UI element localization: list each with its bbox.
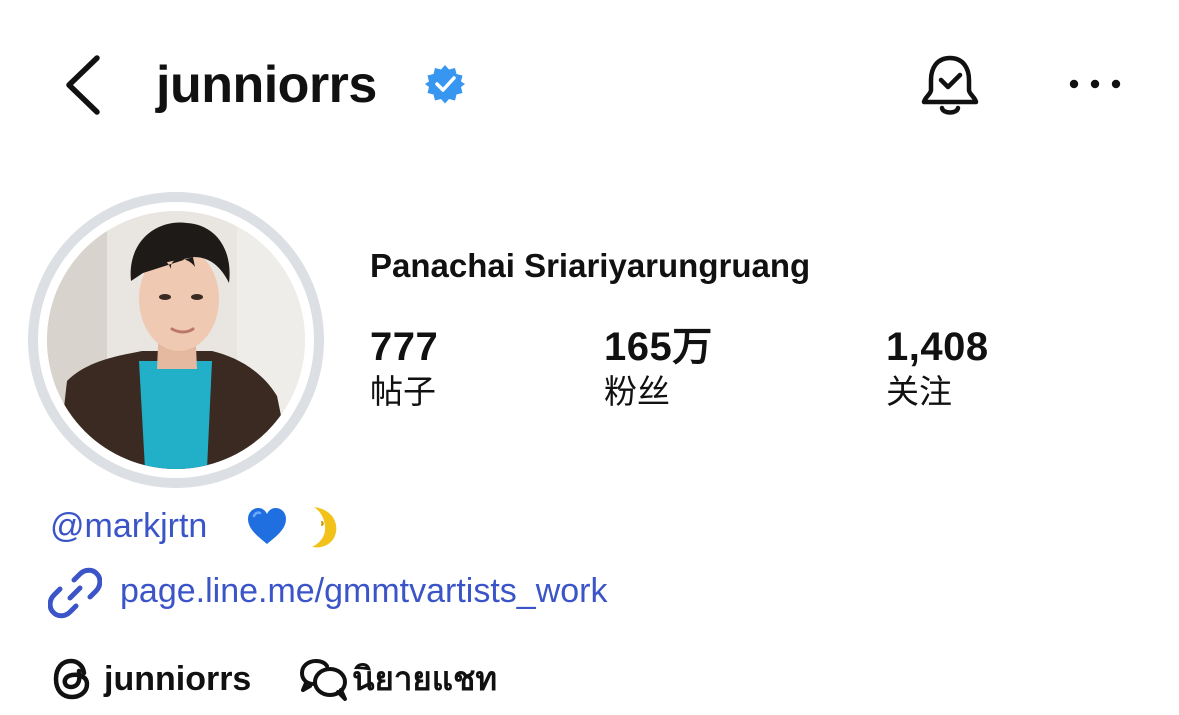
more-options-button[interactable]	[1065, 64, 1125, 104]
profile-full-name: Panachai Sriariyarungruang	[370, 247, 811, 284]
back-button[interactable]	[55, 50, 115, 120]
bio-mention-link[interactable]: @markjrtn	[50, 504, 207, 548]
posts-count-value: 777	[370, 325, 439, 369]
following-count-label: 关注	[886, 373, 952, 410]
bell-check-icon	[921, 55, 979, 115]
avatar-ring	[28, 192, 324, 488]
more-horizontal-icon	[1069, 79, 1121, 89]
notification-bell-button[interactable]	[915, 50, 985, 120]
following-count-value: 1,408	[886, 325, 989, 369]
posts-count-label: 帖子	[370, 373, 436, 410]
chat-novel-link[interactable]: นิยายแชท	[352, 656, 497, 702]
header-username: junniorrs	[156, 56, 377, 114]
chat-bubbles-icon[interactable]	[298, 654, 350, 704]
bio-website-link[interactable]: page.line.me/gmmtvartists_work	[120, 568, 608, 614]
following-count[interactable]: 1,408 关注	[886, 324, 989, 412]
threads-icon[interactable]	[50, 656, 96, 702]
followers-count-value: 165万	[604, 325, 713, 369]
followers-count[interactable]: 165万 粉丝	[604, 324, 713, 412]
link-icon	[47, 566, 103, 620]
avatar[interactable]	[47, 211, 305, 469]
posts-count[interactable]: 777 帖子	[370, 324, 438, 412]
blue-heart-emoji	[246, 506, 288, 548]
followers-count-label: 粉丝	[604, 373, 670, 410]
crescent-moon-emoji	[300, 504, 340, 550]
threads-username-link[interactable]: junniorrs	[104, 656, 251, 702]
chevron-left-icon	[66, 55, 100, 115]
verified-badge-icon	[425, 64, 465, 104]
